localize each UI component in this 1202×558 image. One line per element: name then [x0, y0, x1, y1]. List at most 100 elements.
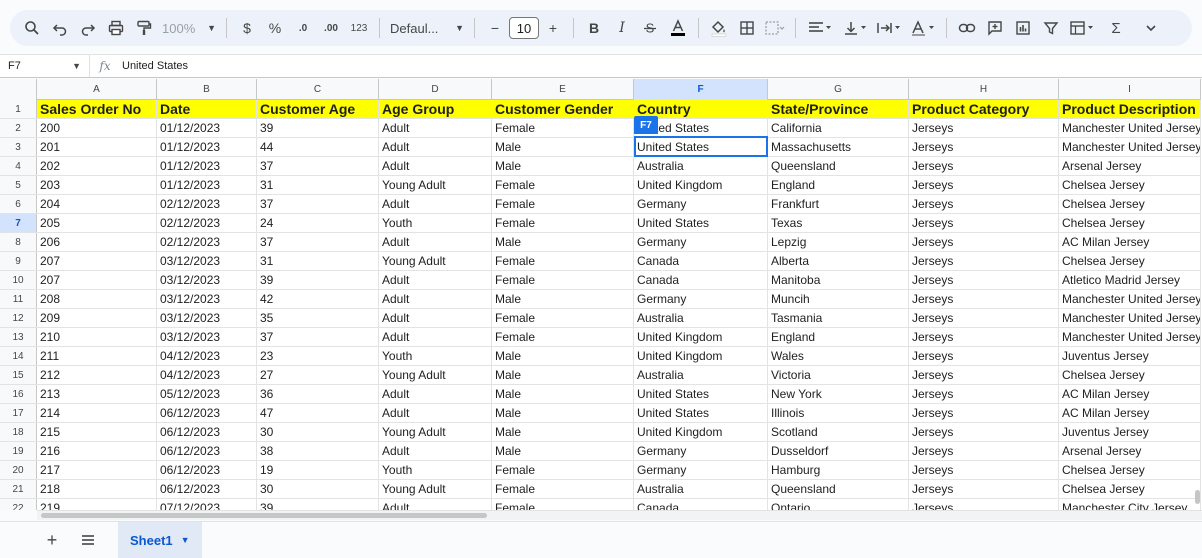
cell[interactable]: 03/12/2023	[157, 309, 257, 327]
font-select[interactable]: Defaul... ▼	[386, 14, 468, 42]
cell[interactable]: Manchester United Jersey	[1059, 138, 1201, 156]
cell[interactable]: 204	[37, 195, 157, 213]
cell[interactable]: 201	[37, 138, 157, 156]
increase-decimal-button[interactable]: .00	[317, 14, 345, 42]
cell[interactable]: 01/12/2023	[157, 119, 257, 137]
filter-icon[interactable]	[1037, 14, 1065, 42]
cell[interactable]: United States	[634, 385, 768, 403]
text-color-icon[interactable]	[664, 14, 692, 42]
cell[interactable]: Germany	[634, 233, 768, 251]
cell[interactable]: AC Milan Jersey	[1059, 233, 1201, 251]
row-header[interactable]: 2	[0, 119, 37, 137]
row-header[interactable]: 11	[0, 290, 37, 308]
cell[interactable]: Female	[492, 176, 634, 194]
cell[interactable]: 27	[257, 366, 379, 384]
filter-views-icon[interactable]	[1065, 14, 1099, 42]
cell[interactable]: Australia	[634, 309, 768, 327]
currency-format-button[interactable]: $	[233, 14, 261, 42]
cell[interactable]: Frankfurt	[768, 195, 909, 213]
merge-cells-icon[interactable]	[761, 14, 789, 42]
cell[interactable]: 37	[257, 157, 379, 175]
row-header[interactable]: 16	[0, 385, 37, 403]
cell[interactable]: United States	[634, 404, 768, 422]
cell[interactable]: 39	[257, 271, 379, 289]
row-header[interactable]: 3	[0, 138, 37, 156]
fill-color-icon[interactable]	[705, 14, 733, 42]
all-sheets-icon[interactable]	[70, 522, 106, 558]
cell[interactable]: Australia	[634, 366, 768, 384]
cell[interactable]: Adult	[379, 233, 492, 251]
cell[interactable]: Jerseys	[909, 290, 1059, 308]
cell[interactable]: Manchester City Jersey	[1059, 499, 1201, 510]
cell[interactable]: Alberta	[768, 252, 909, 270]
cell[interactable]: Female	[492, 499, 634, 510]
cell[interactable]: 07/12/2023	[157, 499, 257, 510]
cell[interactable]: Australia	[634, 157, 768, 175]
cell[interactable]: 02/12/2023	[157, 233, 257, 251]
column-header-c[interactable]: C	[257, 79, 379, 100]
zoom-select[interactable]: 100% ▼	[158, 14, 220, 42]
cell[interactable]: Youth	[379, 461, 492, 479]
text-rotation-icon[interactable]	[906, 14, 940, 42]
cell[interactable]: Male	[492, 366, 634, 384]
cell[interactable]: Canada	[634, 499, 768, 510]
cell[interactable]: Young Adult	[379, 480, 492, 498]
column-header-g[interactable]: G	[768, 79, 909, 100]
undo-icon[interactable]	[46, 14, 74, 42]
cell[interactable]: Queensland	[768, 157, 909, 175]
cell[interactable]: Germany	[634, 195, 768, 213]
row-header[interactable]: 8	[0, 233, 37, 251]
column-header-f[interactable]: F	[634, 79, 768, 100]
cell[interactable]: Young Adult	[379, 366, 492, 384]
cell[interactable]: Germany	[634, 461, 768, 479]
cell[interactable]: 19	[257, 461, 379, 479]
row-header[interactable]: 21	[0, 480, 37, 498]
cell[interactable]: Illinois	[768, 404, 909, 422]
row-header[interactable]: 18	[0, 423, 37, 441]
cell[interactable]: 212	[37, 366, 157, 384]
add-sheet-button[interactable]: +	[34, 522, 70, 558]
cell[interactable]: AC Milan Jersey	[1059, 385, 1201, 403]
cell[interactable]: Canada	[634, 271, 768, 289]
cell[interactable]: Jerseys	[909, 252, 1059, 270]
decrease-font-size-button[interactable]: −	[481, 14, 509, 42]
formula-input[interactable]: United States	[120, 60, 188, 72]
cell[interactable]: Dusseldorf	[768, 442, 909, 460]
cell[interactable]: Jerseys	[909, 176, 1059, 194]
cell[interactable]: 213	[37, 385, 157, 403]
cell[interactable]: Young Adult	[379, 423, 492, 441]
cell[interactable]: 02/12/2023	[157, 214, 257, 232]
cell[interactable]: Jerseys	[909, 328, 1059, 346]
cell[interactable]: Chelsea Jersey	[1059, 214, 1201, 232]
cell[interactable]: 24	[257, 214, 379, 232]
cell[interactable]: 211	[37, 347, 157, 365]
cell[interactable]: 04/12/2023	[157, 347, 257, 365]
borders-icon[interactable]	[733, 14, 761, 42]
cell[interactable]: Adult	[379, 157, 492, 175]
cell[interactable]: Jerseys	[909, 271, 1059, 289]
column-header-e[interactable]: E	[492, 79, 634, 100]
cell[interactable]: Juventus Jersey	[1059, 347, 1201, 365]
horizontal-align-icon[interactable]	[802, 14, 838, 42]
row-header[interactable]: 6	[0, 195, 37, 213]
cell[interactable]: United States	[634, 138, 768, 156]
cell[interactable]: Jerseys	[909, 461, 1059, 479]
cell[interactable]: United Kingdom	[634, 423, 768, 441]
cell[interactable]: AC Milan Jersey	[1059, 404, 1201, 422]
cell[interactable]: 209	[37, 309, 157, 327]
cell[interactable]: 205	[37, 214, 157, 232]
cell[interactable]: Jerseys	[909, 480, 1059, 498]
text-wrapping-icon[interactable]	[872, 14, 906, 42]
cell[interactable]: Adult	[379, 385, 492, 403]
decrease-decimal-button[interactable]: .0	[289, 14, 317, 42]
cell[interactable]: 06/12/2023	[157, 404, 257, 422]
row-header[interactable]: 5	[0, 176, 37, 194]
cell[interactable]: Adult	[379, 271, 492, 289]
cell[interactable]: 47	[257, 404, 379, 422]
cell[interactable]: Female	[492, 214, 634, 232]
cell[interactable]: 38	[257, 442, 379, 460]
cell[interactable]: 30	[257, 423, 379, 441]
row-header[interactable]: 7	[0, 214, 37, 232]
print-icon[interactable]	[102, 14, 130, 42]
cell[interactable]: Jerseys	[909, 138, 1059, 156]
